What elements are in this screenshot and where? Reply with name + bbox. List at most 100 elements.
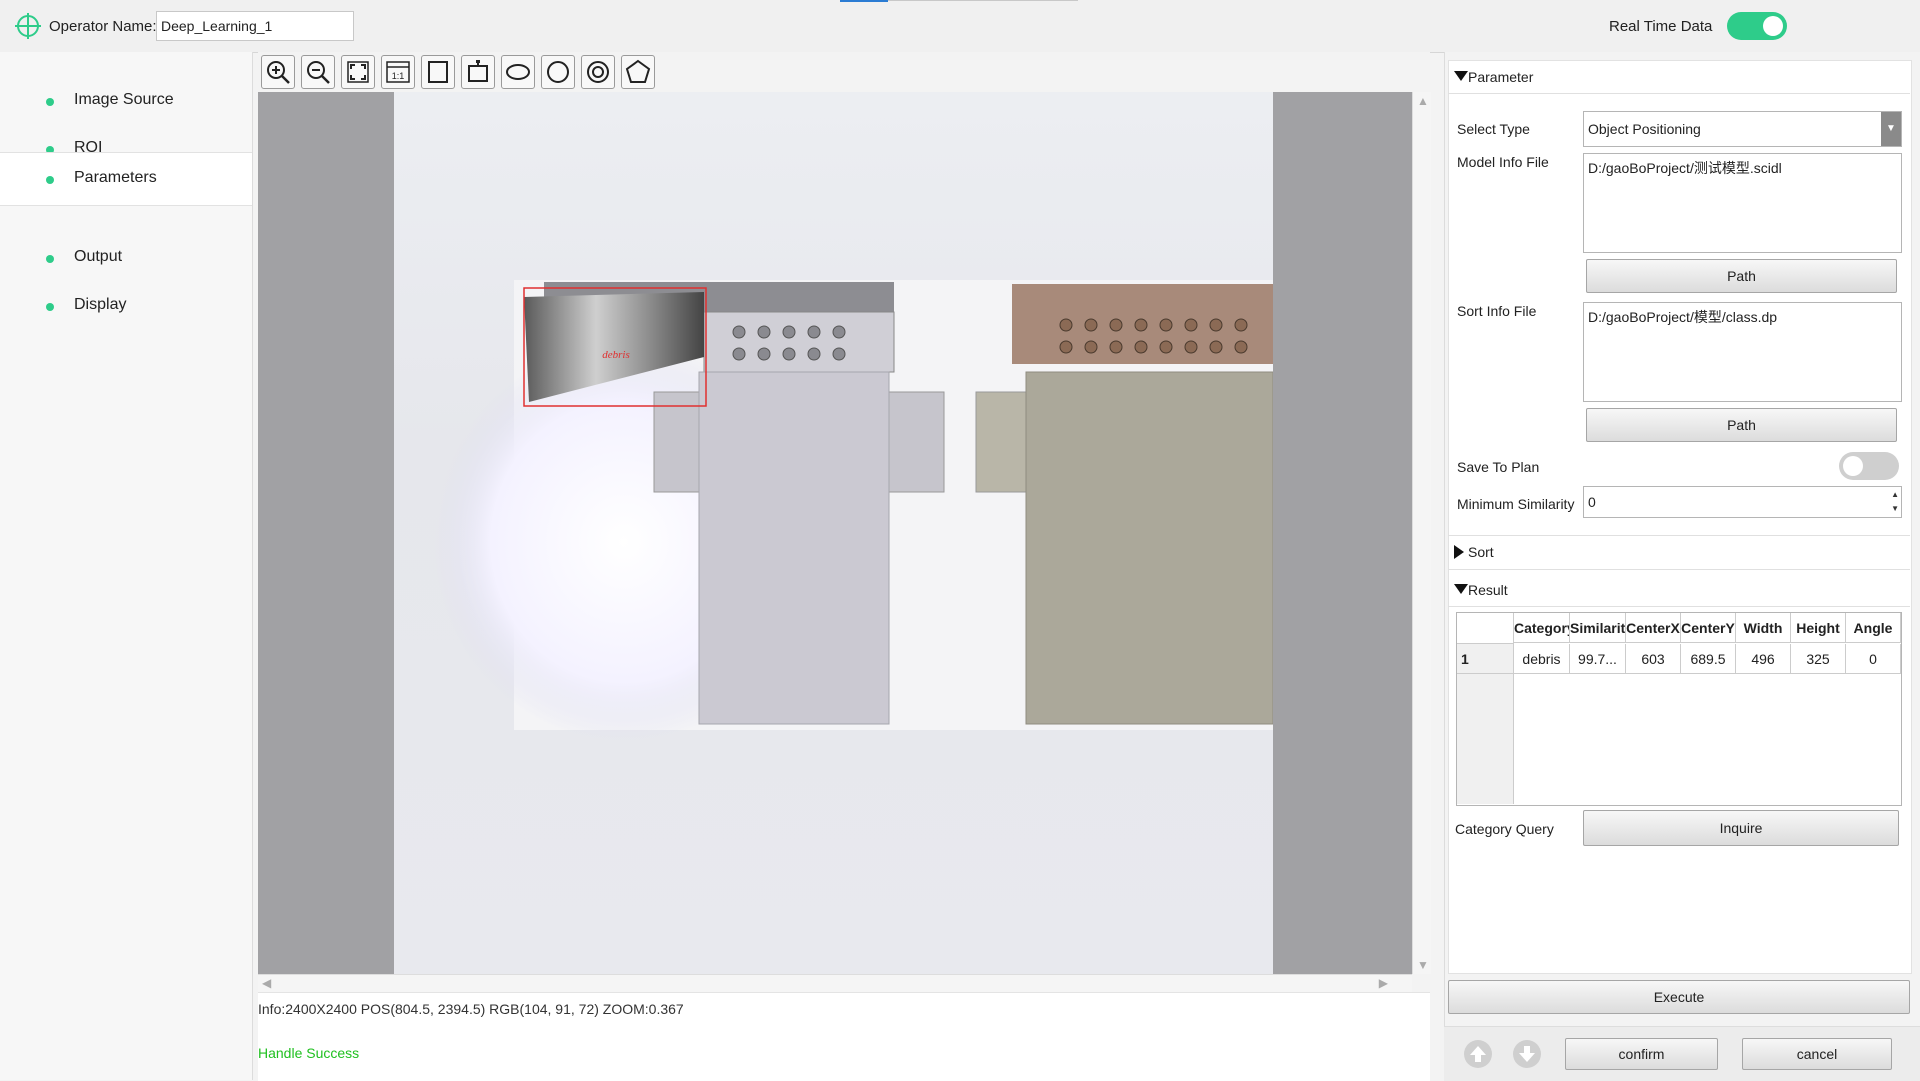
execute-button[interactable]: Execute xyxy=(1448,980,1910,1014)
table-cell[interactable]: 496 xyxy=(1736,644,1791,674)
sort-file-label: Sort Info File xyxy=(1457,303,1537,319)
parameter-section-title: Parameter xyxy=(1468,69,1534,85)
sidebar-item-parameters[interactable]: Parameters xyxy=(0,152,252,206)
sort-path-button[interactable]: Path xyxy=(1586,408,1897,442)
polygon-tool-button[interactable] xyxy=(621,55,655,89)
circle-icon xyxy=(547,61,569,83)
column-header[interactable]: Category xyxy=(1514,613,1570,643)
collapse-icon xyxy=(1454,71,1468,81)
zoom-in-button[interactable] xyxy=(261,55,295,89)
arrow-up-icon xyxy=(1470,1046,1486,1062)
bullet-icon xyxy=(46,176,54,184)
circle-tool-button[interactable] xyxy=(541,55,575,89)
collapse-icon xyxy=(1454,584,1468,594)
sidebar-item-label: Display xyxy=(74,296,127,313)
sidebar-item-image-source[interactable]: Image Source xyxy=(0,77,252,127)
confirm-button[interactable]: confirm xyxy=(1565,1038,1718,1070)
top-tab-indicator xyxy=(840,0,888,2)
realtime-data-toggle[interactable] xyxy=(1727,12,1787,40)
zoom-in-icon xyxy=(267,61,290,84)
sort-section-title: Sort xyxy=(1468,544,1494,560)
operator-name-label: Operator Name: xyxy=(49,18,157,35)
table-cell[interactable]: 689.5 xyxy=(1681,644,1736,674)
divider xyxy=(1448,606,1910,607)
column-header[interactable]: Similarity xyxy=(1570,613,1626,643)
model-file-label: Model Info File xyxy=(1457,154,1549,170)
inquire-button[interactable]: Inquire xyxy=(1583,810,1899,846)
min-similarity-label: Minimum Similarity xyxy=(1457,496,1575,512)
rotated-rectangle-tool-button[interactable] xyxy=(461,55,495,89)
sort-file-field[interactable]: D:/gaoBoProject/模型/class.dp xyxy=(1583,302,1902,402)
component-right-lower xyxy=(1025,371,1274,725)
scroll-up-icon[interactable]: ▲ xyxy=(1417,94,1429,108)
scroll-right-icon[interactable]: ▶ xyxy=(1379,976,1388,990)
model-file-field[interactable]: D:/gaoBoProject/测试模型.scidl xyxy=(1583,153,1902,253)
column-header[interactable]: Angle xyxy=(1846,613,1901,643)
canvas-margin-right xyxy=(1273,92,1412,974)
parameter-section-header[interactable]: Parameter xyxy=(1448,62,1910,92)
column-header[interactable]: Height xyxy=(1791,613,1846,643)
actual-size-button[interactable]: 1:1 xyxy=(381,55,415,89)
rectangle-tool-button[interactable] xyxy=(421,55,455,89)
sidebar-item-output[interactable]: Output xyxy=(0,234,252,284)
connector-left xyxy=(703,311,895,373)
model-path-button[interactable]: Path xyxy=(1586,259,1897,293)
ellipse-icon xyxy=(506,64,530,80)
column-header[interactable]: Width xyxy=(1736,613,1791,643)
actual-size-icon: 1:1 xyxy=(386,61,410,83)
result-table: Category Similarity CenterX CenterY Widt… xyxy=(1456,612,1902,806)
table-cell[interactable]: debris xyxy=(1514,644,1570,674)
column-header[interactable]: CenterY xyxy=(1681,613,1736,643)
scroll-left-icon[interactable]: ◀ xyxy=(262,976,271,990)
row-index[interactable]: 1 xyxy=(1457,644,1514,674)
sidebar-item-display[interactable]: Display xyxy=(0,282,252,332)
sort-section-header[interactable]: Sort xyxy=(1448,537,1910,567)
cancel-button[interactable]: cancel xyxy=(1742,1038,1892,1070)
select-type-dropdown[interactable]: Object Positioning ▼ xyxy=(1583,111,1902,147)
table-cell[interactable]: 325 xyxy=(1791,644,1846,674)
image-toolbar: 1:1 xyxy=(258,52,1430,92)
component-left-lower xyxy=(698,371,890,725)
expand-icon xyxy=(1454,545,1464,559)
category-query-label: Category Query xyxy=(1455,821,1554,837)
select-type-label: Select Type xyxy=(1457,121,1530,137)
table-cell[interactable]: 0 xyxy=(1846,644,1901,674)
bullet-icon xyxy=(46,303,54,311)
svg-text:1:1: 1:1 xyxy=(392,71,405,81)
sidebar-item-label: Parameters xyxy=(74,169,157,186)
move-up-button[interactable] xyxy=(1464,1040,1492,1068)
table-cell[interactable]: 603 xyxy=(1626,644,1681,674)
divider xyxy=(1448,93,1910,94)
spin-up-icon[interactable]: ▲ xyxy=(1891,488,1899,502)
canvas-margin-left xyxy=(258,92,394,974)
ring-tool-button[interactable] xyxy=(581,55,615,89)
operator-name-input[interactable]: Deep_Learning_1 xyxy=(156,11,354,41)
result-section-header[interactable]: Result xyxy=(1448,575,1910,605)
sidebar-item-label: Output xyxy=(74,248,123,265)
move-down-button[interactable] xyxy=(1513,1040,1541,1068)
rectangle-icon xyxy=(428,61,448,83)
polygon-icon xyxy=(625,59,651,83)
fit-screen-button[interactable] xyxy=(341,55,375,89)
vertical-scrollbar[interactable]: ▲ ▼ xyxy=(1412,92,1431,974)
zoom-out-icon xyxy=(307,61,330,84)
ellipse-tool-button[interactable] xyxy=(501,55,535,89)
rotated-rectangle-icon xyxy=(468,60,488,82)
spin-down-icon[interactable]: ▼ xyxy=(1891,502,1899,516)
save-plan-toggle[interactable] xyxy=(1839,452,1899,480)
sidebar-item-label: Image Source xyxy=(74,91,174,108)
inspection-image: debris xyxy=(394,92,1274,974)
zoom-out-button[interactable] xyxy=(301,55,335,89)
result-section-title: Result xyxy=(1468,582,1508,598)
save-plan-label: Save To Plan xyxy=(1457,459,1540,475)
table-cell[interactable]: 99.7... xyxy=(1570,644,1626,674)
bullet-icon xyxy=(46,255,54,263)
horizontal-scrollbar[interactable]: ◀ ▶ xyxy=(258,974,1412,993)
toggle-knob xyxy=(1843,456,1863,476)
column-header[interactable]: CenterX xyxy=(1626,613,1681,643)
min-similarity-value: 0 xyxy=(1588,494,1596,510)
chevron-down-icon[interactable]: ▼ xyxy=(1881,112,1901,146)
arrow-down-icon xyxy=(1519,1046,1535,1062)
min-similarity-input[interactable]: 0 ▲ ▼ xyxy=(1583,486,1902,518)
scroll-down-icon[interactable]: ▼ xyxy=(1417,958,1429,972)
